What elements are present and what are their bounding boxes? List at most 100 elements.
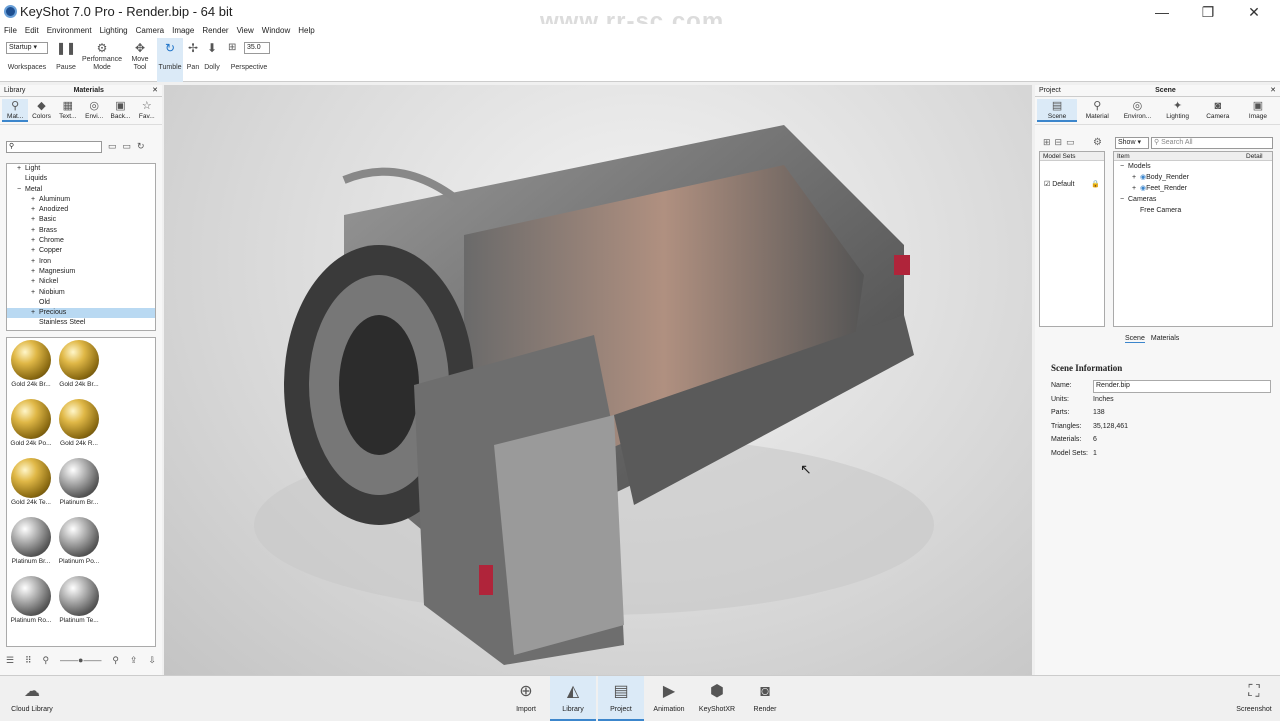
tree-expander-icon[interactable]: + bbox=[31, 205, 39, 215]
menu-help[interactable]: Help bbox=[294, 24, 318, 38]
materials-tab[interactable]: Materials bbox=[29, 85, 148, 96]
category-materials[interactable]: ⚲ Mat... bbox=[2, 99, 29, 122]
tree-expander-icon[interactable]: − bbox=[1120, 194, 1128, 205]
scene-tab[interactable]: Scene bbox=[1065, 85, 1266, 96]
grid-view-icon[interactable]: ⠿ bbox=[25, 655, 32, 666]
download-icon[interactable]: ⇩ bbox=[148, 655, 156, 666]
material-thumbnail[interactable]: Platinum Te... bbox=[55, 574, 103, 625]
tree-item[interactable]: + Copper bbox=[7, 246, 155, 256]
menu-window[interactable]: Window bbox=[258, 24, 294, 38]
list-view-icon[interactable]: ☰ bbox=[6, 655, 14, 666]
material-thumbnail[interactable]: Gold 24k Po... bbox=[7, 397, 55, 448]
tree-expander-icon[interactable]: + bbox=[31, 226, 39, 236]
close-button[interactable]: ✕ bbox=[1232, 2, 1276, 22]
cloud-library-button[interactable]: ☁ Cloud Library bbox=[8, 676, 56, 721]
folder-icon[interactable]: ▭ bbox=[108, 141, 123, 151]
material-thumbnail[interactable]: Gold 24k Br... bbox=[55, 338, 103, 389]
material-thumbnail[interactable]: Platinum Br... bbox=[55, 456, 103, 507]
tree-expander-icon[interactable]: + bbox=[31, 277, 39, 287]
pause-button[interactable]: ❚❚ Pause bbox=[54, 38, 78, 82]
tree-item[interactable]: + Niobium bbox=[7, 288, 155, 298]
render-button[interactable]: ◙ Render bbox=[742, 676, 788, 721]
tree-item[interactable]: Liquids bbox=[7, 174, 155, 184]
material-thumbnail[interactable]: Gold 24k Br... bbox=[7, 338, 55, 389]
tree-expander-icon[interactable]: − bbox=[17, 185, 25, 195]
category-colors[interactable]: ◆ Colors bbox=[28, 99, 54, 122]
tree-expander-icon[interactable]: + bbox=[31, 257, 39, 267]
project-tab-scene[interactable]: ▤ Scene bbox=[1037, 99, 1078, 122]
library-button[interactable]: ◭ Library bbox=[550, 676, 596, 721]
project-tab-camera[interactable]: ◙ Camera bbox=[1198, 99, 1238, 122]
tree-expander-icon[interactable]: + bbox=[1132, 172, 1140, 183]
model-set-default[interactable]: ☑ Default 🔒 bbox=[1040, 179, 1104, 190]
show-dropdown[interactable]: Show ▾ bbox=[1115, 137, 1149, 149]
tree-item[interactable]: + Chrome bbox=[7, 236, 155, 246]
zoom-in-icon[interactable]: ⚲ bbox=[112, 655, 119, 666]
tree-expander-icon[interactable]: + bbox=[1132, 183, 1140, 194]
menu-render[interactable]: Render bbox=[198, 24, 232, 38]
menu-lighting[interactable]: Lighting bbox=[96, 24, 132, 38]
tree-item[interactable]: + Magnesium bbox=[7, 267, 155, 277]
animation-button[interactable]: ▶ Animation bbox=[646, 676, 692, 721]
refresh-icon[interactable]: ↻ bbox=[137, 141, 151, 151]
tree-item[interactable]: + Brass bbox=[7, 226, 155, 236]
subtab-materials[interactable]: Materials bbox=[1151, 335, 1179, 343]
menu-view[interactable]: View bbox=[233, 24, 258, 38]
tree-expander-icon[interactable]: + bbox=[17, 164, 25, 174]
tree-item[interactable]: + Precious bbox=[7, 308, 155, 319]
scene-item-row[interactable]: + ◉ Body_Render bbox=[1114, 172, 1272, 183]
material-thumbnail[interactable]: Platinum Ro... bbox=[7, 574, 55, 625]
zoom-out-icon[interactable]: ⚲ bbox=[43, 655, 50, 666]
category-favorites[interactable]: ☆ Fav... bbox=[134, 99, 160, 122]
render-viewport[interactable]: ↖ bbox=[164, 85, 1032, 675]
tree-expander-icon[interactable]: + bbox=[31, 236, 39, 246]
material-thumbnail[interactable]: Gold 24k Te... bbox=[7, 456, 55, 507]
thumb-size-slider[interactable]: ——●—— bbox=[60, 655, 101, 666]
subtab-scene[interactable]: Scene bbox=[1125, 335, 1145, 343]
tree-item[interactable]: + Light bbox=[7, 164, 155, 174]
tree-expander-icon[interactable]: + bbox=[31, 288, 39, 298]
minimize-button[interactable]: — bbox=[1140, 2, 1184, 22]
scene-item-row[interactable]: − Cameras bbox=[1114, 194, 1272, 205]
tree-item[interactable]: Stainless Steel bbox=[7, 318, 155, 328]
scene-tree-actions[interactable]: ⊞⊟▭ bbox=[1043, 137, 1079, 148]
tree-expander-icon[interactable]: + bbox=[31, 215, 39, 225]
tree-item[interactable]: Old bbox=[7, 298, 155, 308]
library-folder-actions[interactable]: ▭▭↻ bbox=[108, 141, 151, 152]
category-environments[interactable]: ◎ Envi... bbox=[81, 99, 107, 122]
settings-gear-icon[interactable]: ⚙ bbox=[1093, 137, 1102, 148]
tree-expander-icon[interactable]: + bbox=[31, 308, 39, 318]
tree-item[interactable]: − Metal bbox=[7, 185, 155, 195]
menu-file[interactable]: File bbox=[0, 24, 21, 38]
info-value[interactable]: Render.bip bbox=[1093, 380, 1271, 393]
add-icon[interactable]: ⊞ bbox=[1043, 137, 1055, 147]
maximize-button[interactable]: ❐ bbox=[1186, 2, 1230, 22]
screenshot-button[interactable]: ⛶ Screenshot bbox=[1230, 676, 1278, 721]
project-tab-image[interactable]: ▣ Image bbox=[1238, 99, 1278, 122]
material-thumbnail[interactable]: Platinum Br... bbox=[7, 515, 55, 566]
menu-environment[interactable]: Environment bbox=[43, 24, 96, 38]
category-textures[interactable]: ▦ Text... bbox=[55, 99, 81, 122]
tree-expander-icon[interactable]: + bbox=[31, 246, 39, 256]
dolly-button[interactable]: ⬇ Dolly bbox=[202, 38, 222, 82]
menu-camera[interactable]: Camera bbox=[132, 24, 168, 38]
perspective-button[interactable]: Perspective bbox=[228, 38, 270, 82]
menu-edit[interactable]: Edit bbox=[21, 24, 43, 38]
tree-expander-icon[interactable] bbox=[1132, 205, 1140, 216]
tree-item[interactable]: + Anodized bbox=[7, 205, 155, 215]
category-backplates[interactable]: ▣ Back... bbox=[107, 99, 133, 122]
tree-item[interactable]: + Nickel bbox=[7, 277, 155, 287]
menu-image[interactable]: Image bbox=[168, 24, 198, 38]
tree-item[interactable]: + Aluminum bbox=[7, 195, 155, 205]
tree-item[interactable]: + Basic bbox=[7, 215, 155, 225]
library-close-icon[interactable]: ✕ bbox=[148, 85, 162, 96]
scene-item-row[interactable]: + ◉ Feet_Render bbox=[1114, 183, 1272, 194]
trash-icon[interactable]: ▭ bbox=[1066, 137, 1079, 147]
scene-item-row[interactable]: − Models bbox=[1114, 161, 1272, 172]
upload-icon[interactable]: ⇪ bbox=[130, 655, 138, 666]
tree-expander-icon[interactable]: + bbox=[31, 267, 39, 277]
lock-icon[interactable]: 🔒 bbox=[1091, 179, 1100, 190]
scene-search-input[interactable]: ⚲ Search All bbox=[1151, 137, 1273, 149]
move-tool-button[interactable]: ✥ Move Tool bbox=[126, 38, 154, 82]
import-button[interactable]: ⊕ Import bbox=[503, 676, 549, 721]
